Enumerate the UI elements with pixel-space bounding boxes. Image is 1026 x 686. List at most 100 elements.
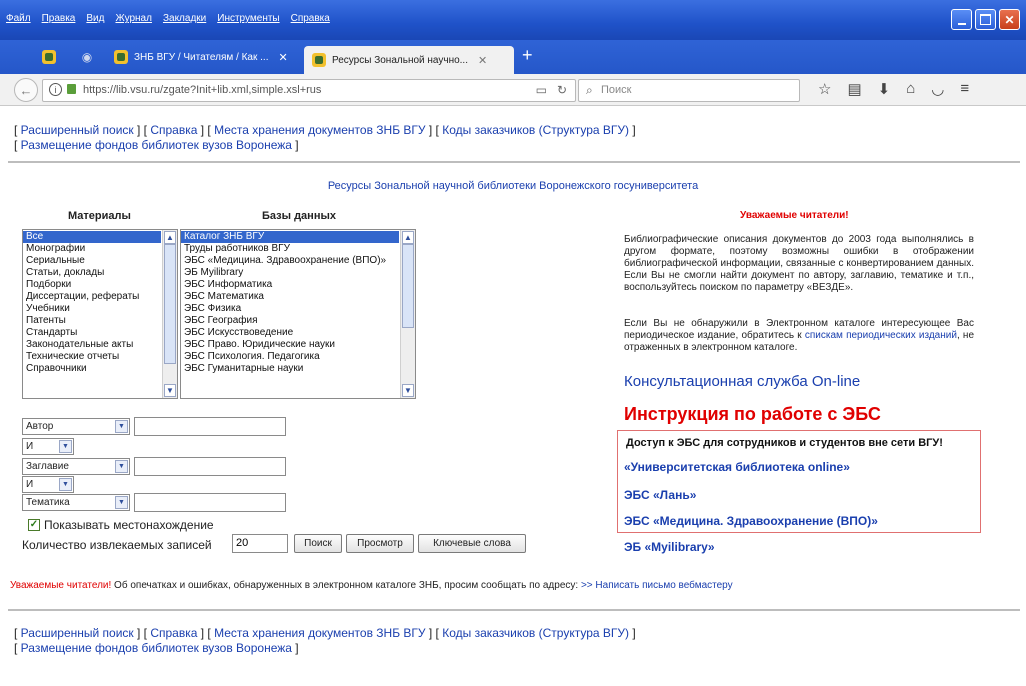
menu-view[interactable]: Вид [86, 13, 104, 24]
databases-option[interactable]: ЭБ Myilibrary [181, 267, 399, 279]
write-webmaster-link[interactable]: >> Написать письмо вебмастеру [581, 580, 733, 591]
maximize-button[interactable] [975, 9, 996, 30]
link-university-libraries[interactable]: Размещение фондов библиотек вузов Вороне… [21, 641, 292, 655]
periodicals-list-link[interactable]: спискам периодических изданий [805, 330, 957, 341]
show-location-checkbox[interactable]: ✓ [28, 519, 40, 531]
query-input-2[interactable] [134, 457, 286, 476]
pocket-icon[interactable]: ◡ [931, 80, 944, 98]
field-select-3[interactable]: Тематика ▼ [22, 494, 130, 511]
databases-listbox[interactable]: Каталог ЗНБ ВГУ Труды работников ВГУ ЭБС «… [180, 229, 416, 399]
info-icon[interactable]: i [49, 83, 62, 96]
chevron-down-icon[interactable]: ▼ [115, 420, 128, 433]
databases-option[interactable]: ЭБС Математика [181, 291, 399, 303]
link-customer-codes[interactable]: Коды заказчиков (Структура ВГУ) [442, 123, 629, 137]
menu-edit[interactable]: Правка [42, 13, 76, 24]
bookmarks-icon[interactable]: ▤ [847, 80, 861, 98]
link-university-libraries[interactable]: Размещение фондов библиотек вузов Вороне… [21, 138, 292, 152]
materials-option[interactable]: Стандарты [23, 327, 161, 339]
menu-help[interactable]: Справка [291, 13, 330, 24]
chevron-down-icon[interactable]: ▼ [59, 478, 72, 491]
reload-icon[interactable]: ↻ [557, 83, 567, 97]
databases-option[interactable]: ЭБС Психология. Педагогика [181, 351, 399, 363]
consult-service-link[interactable]: Консультационная служба On-line [624, 373, 860, 390]
star-icon[interactable]: ☆ [818, 80, 831, 98]
tab-znb-readers[interactable]: ЗНБ ВГУ / Читателям / Как ... ✕ [106, 44, 302, 70]
scroll-down-icon[interactable]: ▼ [164, 384, 176, 397]
link-help[interactable]: Справка [150, 123, 197, 137]
scroll-up-icon[interactable]: ▲ [164, 231, 176, 244]
databases-scrollbar[interactable]: ▲ ▼ [400, 230, 415, 398]
minimize-button[interactable] [951, 9, 972, 30]
menu-icon[interactable]: ≡ [960, 80, 969, 98]
keywords-button[interactable]: Ключевые слова [418, 534, 526, 553]
ebs-university-library-link[interactable]: «Университетская библиотека online» [624, 460, 850, 474]
link-advanced-search[interactable]: Расширенный поиск [21, 626, 134, 640]
materials-option[interactable]: Статьи, доклады [23, 267, 161, 279]
menu-history[interactable]: Журнал [115, 13, 152, 24]
materials-option[interactable]: Технические отчеты [23, 351, 161, 363]
databases-option[interactable]: ЭБС Физика [181, 303, 399, 315]
materials-option[interactable]: Учебники [23, 303, 161, 315]
field-select-1[interactable]: Автор ▼ [22, 418, 130, 435]
scroll-thumb[interactable] [402, 244, 414, 328]
close-tab-icon[interactable]: ✕ [478, 54, 487, 67]
eb-myilibrary-link[interactable]: ЭБ «Myilibrary» [624, 540, 715, 554]
databases-option[interactable]: ЭБС Искусствоведение [181, 327, 399, 339]
materials-option[interactable]: Законодательные акты [23, 339, 161, 351]
databases-option[interactable]: ЭБС Право. Юридические науки [181, 339, 399, 351]
scroll-down-icon[interactable]: ▼ [402, 384, 414, 397]
link-storage-places[interactable]: Места хранения документов ЗНБ ВГУ [214, 123, 425, 137]
search-button[interactable]: Поиск [294, 534, 342, 553]
menu-file[interactable]: Файл [6, 13, 31, 24]
materials-option[interactable]: Подборки [23, 279, 161, 291]
scroll-thumb[interactable] [164, 244, 176, 364]
materials-option[interactable]: Патенты [23, 315, 161, 327]
url-bar[interactable]: i https://lib.vsu.ru/zgate?Init+lib.xml,… [42, 79, 576, 102]
link-storage-places[interactable]: Места хранения документов ЗНБ ВГУ [214, 626, 425, 640]
tab-pinned-2[interactable]: ◉ [70, 44, 104, 70]
tab-pinned-1[interactable] [32, 44, 66, 70]
operator-select-2[interactable]: И ▼ [22, 476, 74, 493]
materials-option[interactable]: Все [23, 231, 161, 243]
link-help[interactable]: Справка [150, 626, 197, 640]
field-select-2[interactable]: Заглавие ▼ [22, 458, 130, 475]
ebs-medicine-link[interactable]: ЭБС «Медицина. Здравоохранение (ВПО)» [624, 514, 878, 528]
chevron-down-icon[interactable]: ▼ [115, 460, 128, 473]
menu-bookmarks[interactable]: Закладки [163, 13, 206, 24]
query-input-1[interactable] [134, 417, 286, 436]
databases-option[interactable]: ЭБС Информатика [181, 279, 399, 291]
back-button[interactable]: ← [14, 78, 38, 102]
search-placeholder[interactable]: Поиск [601, 84, 631, 96]
databases-option[interactable]: ЭБС Гуманитарные науки [181, 363, 399, 375]
chevron-down-icon[interactable]: ▼ [59, 440, 72, 453]
count-input[interactable]: 20 [232, 534, 288, 553]
browse-button[interactable]: Просмотр [346, 534, 414, 553]
materials-option[interactable]: Справочники [23, 363, 161, 375]
download-icon[interactable]: ⬇ [878, 80, 891, 98]
url-text[interactable]: https://lib.vsu.ru/zgate?Init+lib.xml,si… [83, 84, 321, 96]
databases-option[interactable]: Каталог ЗНБ ВГУ [181, 231, 399, 243]
scroll-up-icon[interactable]: ▲ [402, 231, 414, 244]
databases-option[interactable]: ЭБС География [181, 315, 399, 327]
materials-option[interactable]: Сериальные [23, 255, 161, 267]
menu-tools[interactable]: Инструменты [217, 13, 279, 24]
reader-view-icon[interactable]: ▭ [536, 83, 547, 97]
operator-select-1[interactable]: И ▼ [22, 438, 74, 455]
materials-listbox[interactable]: Все Монографии Сериальные Статьи, доклады По… [22, 229, 178, 399]
tab-resources[interactable]: Ресурсы Зональной научно... ✕ [304, 46, 514, 74]
new-tab-button[interactable]: + [522, 45, 533, 66]
ebs-lan-link[interactable]: ЭБС «Лань» [624, 488, 696, 502]
link-advanced-search[interactable]: Расширенный поиск [21, 123, 134, 137]
materials-scrollbar[interactable]: ▲ ▼ [162, 230, 177, 398]
chevron-down-icon[interactable]: ▼ [115, 496, 128, 509]
search-bar[interactable]: ⌕ Поиск [578, 79, 800, 102]
query-input-3[interactable] [134, 493, 286, 512]
link-customer-codes[interactable]: Коды заказчиков (Структура ВГУ) [442, 626, 629, 640]
materials-option[interactable]: Диссертации, рефераты [23, 291, 161, 303]
ebs-instructions-link[interactable]: Инструкция по работе с ЭБС [624, 404, 881, 425]
home-icon[interactable]: ⌂ [906, 80, 915, 98]
close-tab-icon[interactable]: ✕ [278, 51, 287, 64]
databases-option[interactable]: ЭБС «Медицина. Здравоохранение (ВПО)» [181, 255, 399, 267]
close-window-button[interactable]: ✕ [999, 9, 1020, 30]
lock-icon[interactable] [67, 84, 76, 94]
